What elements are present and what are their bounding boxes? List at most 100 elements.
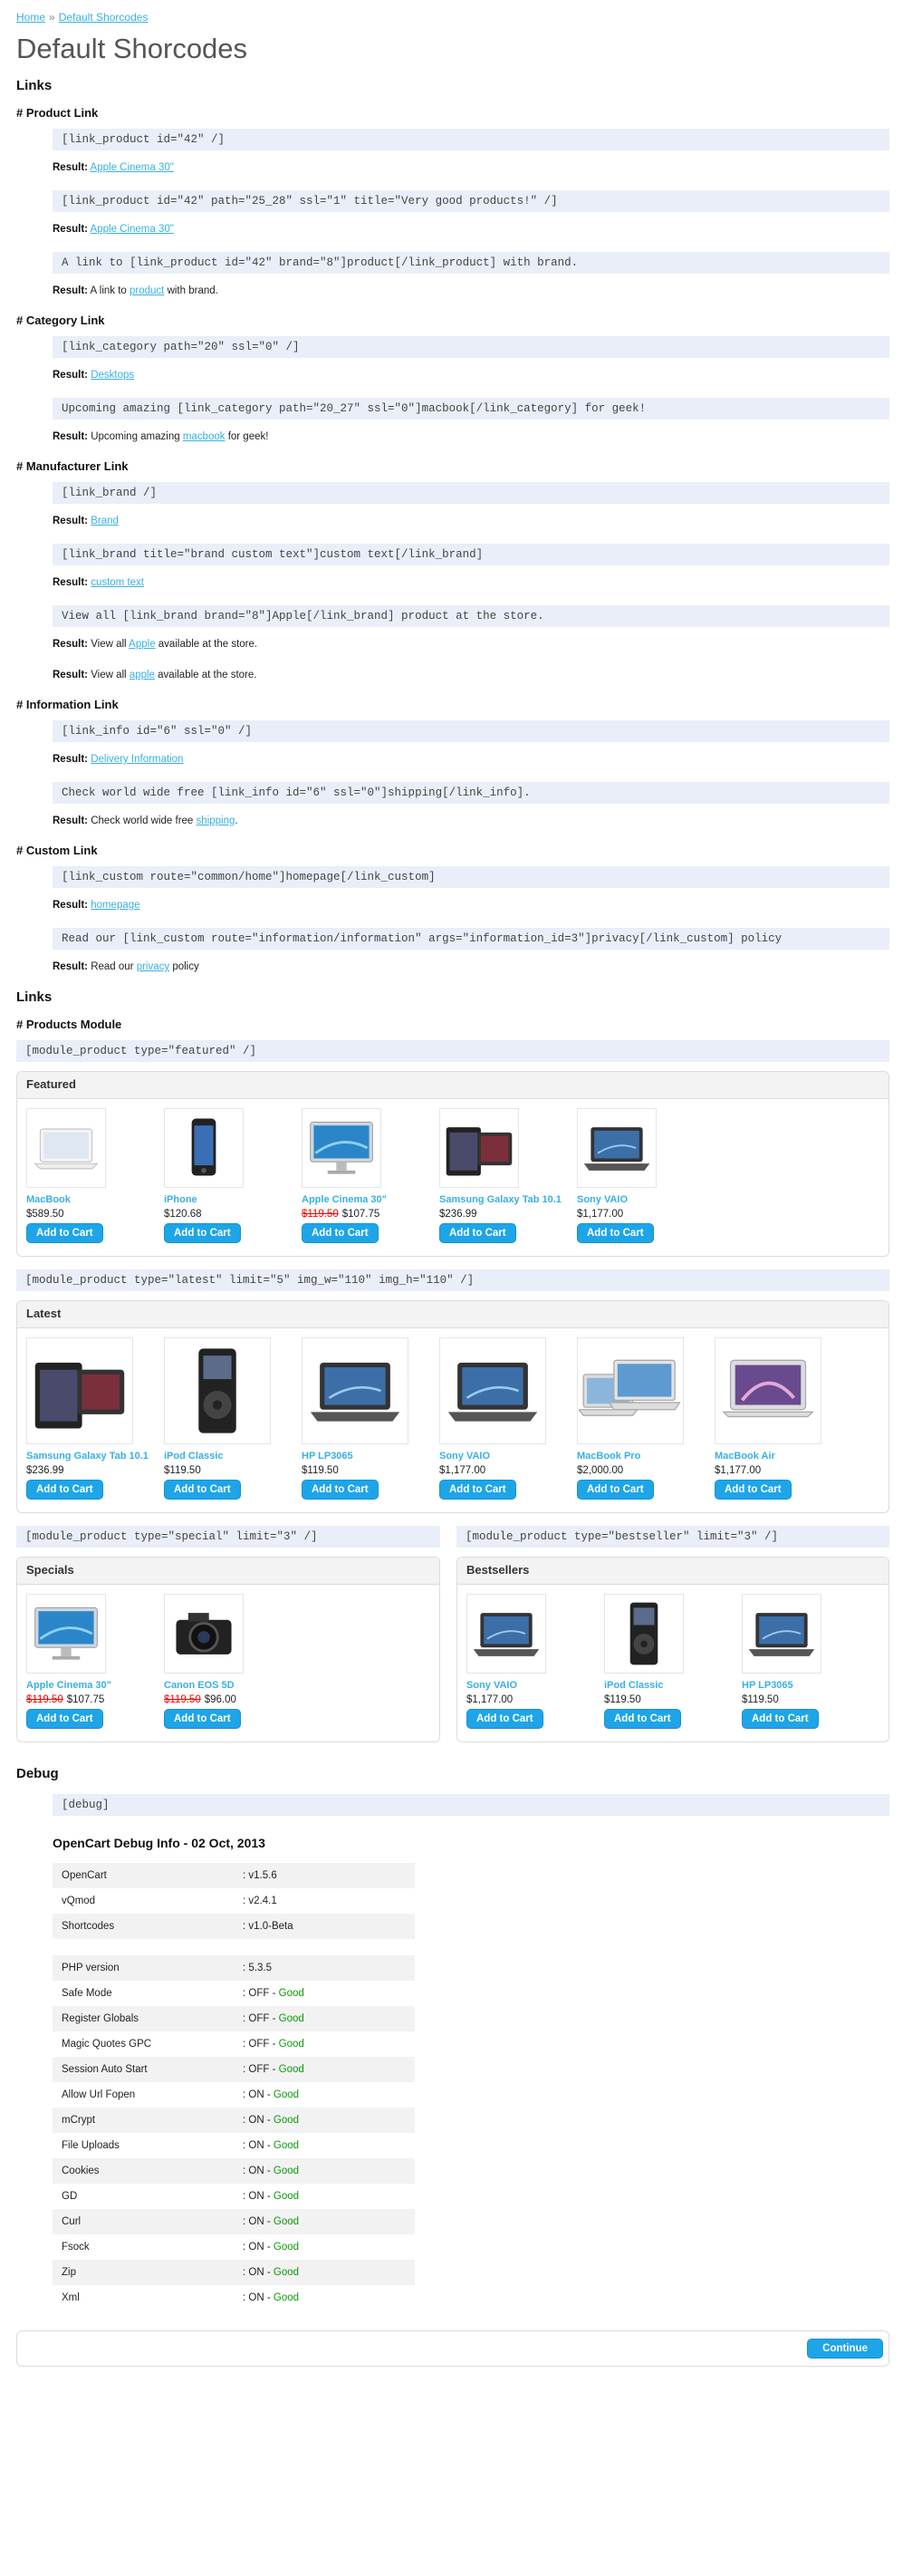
product-image[interactable] xyxy=(164,1108,244,1188)
add-to-cart-button[interactable]: Add to Cart xyxy=(26,1223,103,1243)
add-to-cart-button[interactable]: Add to Cart xyxy=(577,1223,654,1243)
debug-row: Zip: ON - Good xyxy=(53,2260,415,2285)
manufacturer-link-examples: [link_brand /] Result: Brand [link_brand… xyxy=(53,482,889,683)
product-name-link[interactable]: iPod Classic xyxy=(164,1450,302,1462)
add-to-cart-button[interactable]: Add to Cart xyxy=(466,1709,543,1729)
status-good: Good xyxy=(278,2039,304,2050)
product-name-link[interactable]: MacBook xyxy=(26,1193,164,1206)
specials-module: Specials Apple Cinema 30" $119.50 $107.75 A… xyxy=(16,1557,440,1742)
product-image[interactable] xyxy=(164,1337,271,1444)
product-name-link[interactable]: Apple Cinema 30" xyxy=(302,1193,439,1206)
code-block: Upcoming amazing [link_category path="20… xyxy=(53,398,889,420)
product-name-link[interactable]: MacBook Pro xyxy=(577,1450,715,1462)
product-price: $119.50 $107.75 xyxy=(302,1209,439,1220)
product-image[interactable] xyxy=(439,1337,546,1444)
result-link[interactable]: privacy xyxy=(137,961,169,972)
product-image[interactable] xyxy=(604,1594,684,1674)
debug-value: : v2.4.1 xyxy=(243,1896,277,1906)
product-image[interactable] xyxy=(26,1594,106,1674)
result-line: Result: View all Apple available at the … xyxy=(53,636,889,652)
add-to-cart-button[interactable]: Add to Cart xyxy=(604,1709,681,1729)
debug-key: File Uploads xyxy=(62,2140,120,2151)
debug-row: vQmod: v2.4.1 xyxy=(53,1888,415,1914)
continue-button[interactable]: Continue xyxy=(807,2339,883,2359)
product-image[interactable] xyxy=(466,1594,546,1674)
result-label: Result: xyxy=(53,577,88,588)
result-text: Upcoming amazing xyxy=(91,431,183,442)
add-to-cart-button[interactable]: Add to Cart xyxy=(439,1223,516,1243)
result-link[interactable]: Brand xyxy=(91,516,119,526)
result-link[interactable]: shipping xyxy=(197,815,235,826)
add-to-cart-button[interactable]: Add to Cart xyxy=(302,1223,379,1243)
status-separator: - xyxy=(264,2292,274,2303)
add-to-cart-button[interactable]: Add to Cart xyxy=(164,1709,241,1729)
result-link[interactable]: Delivery Information xyxy=(91,754,183,765)
debug-value: : 5.3.5 xyxy=(243,1963,272,1973)
product-card: Sony VAIO $1,177.00 Add to Cart xyxy=(439,1337,577,1500)
debug-value-cell: : ON - Good xyxy=(234,2108,415,2133)
add-to-cart-button[interactable]: Add to Cart xyxy=(164,1480,241,1500)
product-name-link[interactable]: Samsung Galaxy Tab 10.1 xyxy=(439,1193,577,1206)
add-to-cart-button[interactable]: Add to Cart xyxy=(26,1709,103,1729)
product-price: $2,000.00 xyxy=(577,1465,715,1476)
add-to-cart-button[interactable]: Add to Cart xyxy=(439,1480,516,1500)
product-image[interactable] xyxy=(439,1108,519,1188)
product-name-link[interactable]: iPod Classic xyxy=(604,1679,742,1692)
product-image[interactable] xyxy=(742,1594,821,1674)
product-card: iPod Classic $119.50 Add to Cart xyxy=(604,1594,742,1729)
debug-value-cell: : v1.5.6 xyxy=(234,1863,415,1888)
add-to-cart-button[interactable]: Add to Cart xyxy=(742,1709,819,1729)
product-name-link[interactable]: Sony VAIO xyxy=(466,1679,604,1692)
debug-key: Cookies xyxy=(53,2158,234,2184)
product-image[interactable] xyxy=(302,1337,408,1444)
result-link[interactable]: homepage xyxy=(91,900,139,911)
featured-module: Featured MacBook $589.50 Add to Cart iPhone… xyxy=(16,1071,889,1257)
product-image[interactable] xyxy=(577,1108,657,1188)
product-card: Samsung Galaxy Tab 10.1 $236.99 Add to Car… xyxy=(26,1337,164,1500)
price-value: $236.99 xyxy=(439,1209,477,1220)
laptop-dark-icon xyxy=(310,1362,400,1422)
product-image[interactable] xyxy=(26,1108,106,1188)
buttons-bar: Continue xyxy=(16,2330,889,2367)
product-image[interactable] xyxy=(26,1337,133,1444)
product-price: $119.50 $96.00 xyxy=(164,1694,302,1705)
product-image[interactable] xyxy=(715,1337,821,1444)
product-name-link[interactable]: HP LP3065 xyxy=(742,1679,879,1692)
product-name-link[interactable]: MacBook Air xyxy=(715,1450,852,1462)
result-link[interactable]: custom text xyxy=(91,577,144,588)
result-link[interactable]: Apple Cinema 30" xyxy=(91,162,174,173)
result-link[interactable]: product xyxy=(130,285,164,296)
product-image[interactable] xyxy=(164,1594,244,1674)
product-name-link[interactable]: Sony VAIO xyxy=(577,1193,715,1206)
product-image[interactable] xyxy=(577,1337,684,1444)
product-name-link[interactable]: Samsung Galaxy Tab 10.1 xyxy=(26,1450,164,1462)
result-link[interactable]: Desktops xyxy=(91,370,134,381)
product-name-link[interactable]: iPhone xyxy=(164,1193,302,1206)
status-separator: - xyxy=(264,2242,274,2253)
result-link[interactable]: Apple Cinema 30" xyxy=(91,224,174,235)
product-name-link[interactable]: HP LP3065 xyxy=(302,1450,439,1462)
debug-value: : ON xyxy=(243,2166,264,2176)
product-image[interactable] xyxy=(302,1108,381,1188)
add-to-cart-button[interactable]: Add to Cart xyxy=(164,1223,241,1243)
product-name-link[interactable]: Canon EOS 5D xyxy=(164,1679,302,1692)
result-link[interactable]: apple xyxy=(130,670,155,680)
breadcrumb-home-link[interactable]: Home xyxy=(16,11,45,24)
debug-value-cell: : ON - Good xyxy=(234,2158,415,2184)
page: Home » Default Shorcodes Default Shorcodes… xyxy=(0,0,922,2385)
add-to-cart-button[interactable]: Add to Cart xyxy=(577,1480,654,1500)
product-name-link[interactable]: Apple Cinema 30" xyxy=(26,1679,164,1692)
breadcrumb-current-link[interactable]: Default Shorcodes xyxy=(59,11,149,24)
add-to-cart-button[interactable]: Add to Cart xyxy=(302,1480,379,1500)
price-value: $119.50 xyxy=(604,1694,641,1705)
product-name-link[interactable]: Sony VAIO xyxy=(439,1450,577,1462)
result-label: Result: xyxy=(53,754,88,765)
add-to-cart-button[interactable]: Add to Cart xyxy=(26,1480,103,1500)
result-link[interactable]: macbook xyxy=(183,431,226,442)
breadcrumb-separator: » xyxy=(49,11,55,24)
status-good: Good xyxy=(273,2140,300,2151)
laptop-dark-icon xyxy=(447,1362,538,1422)
add-to-cart-button[interactable]: Add to Cart xyxy=(715,1480,792,1500)
result-link[interactable]: Apple xyxy=(129,639,155,650)
product-price: $1,177.00 xyxy=(466,1694,604,1705)
